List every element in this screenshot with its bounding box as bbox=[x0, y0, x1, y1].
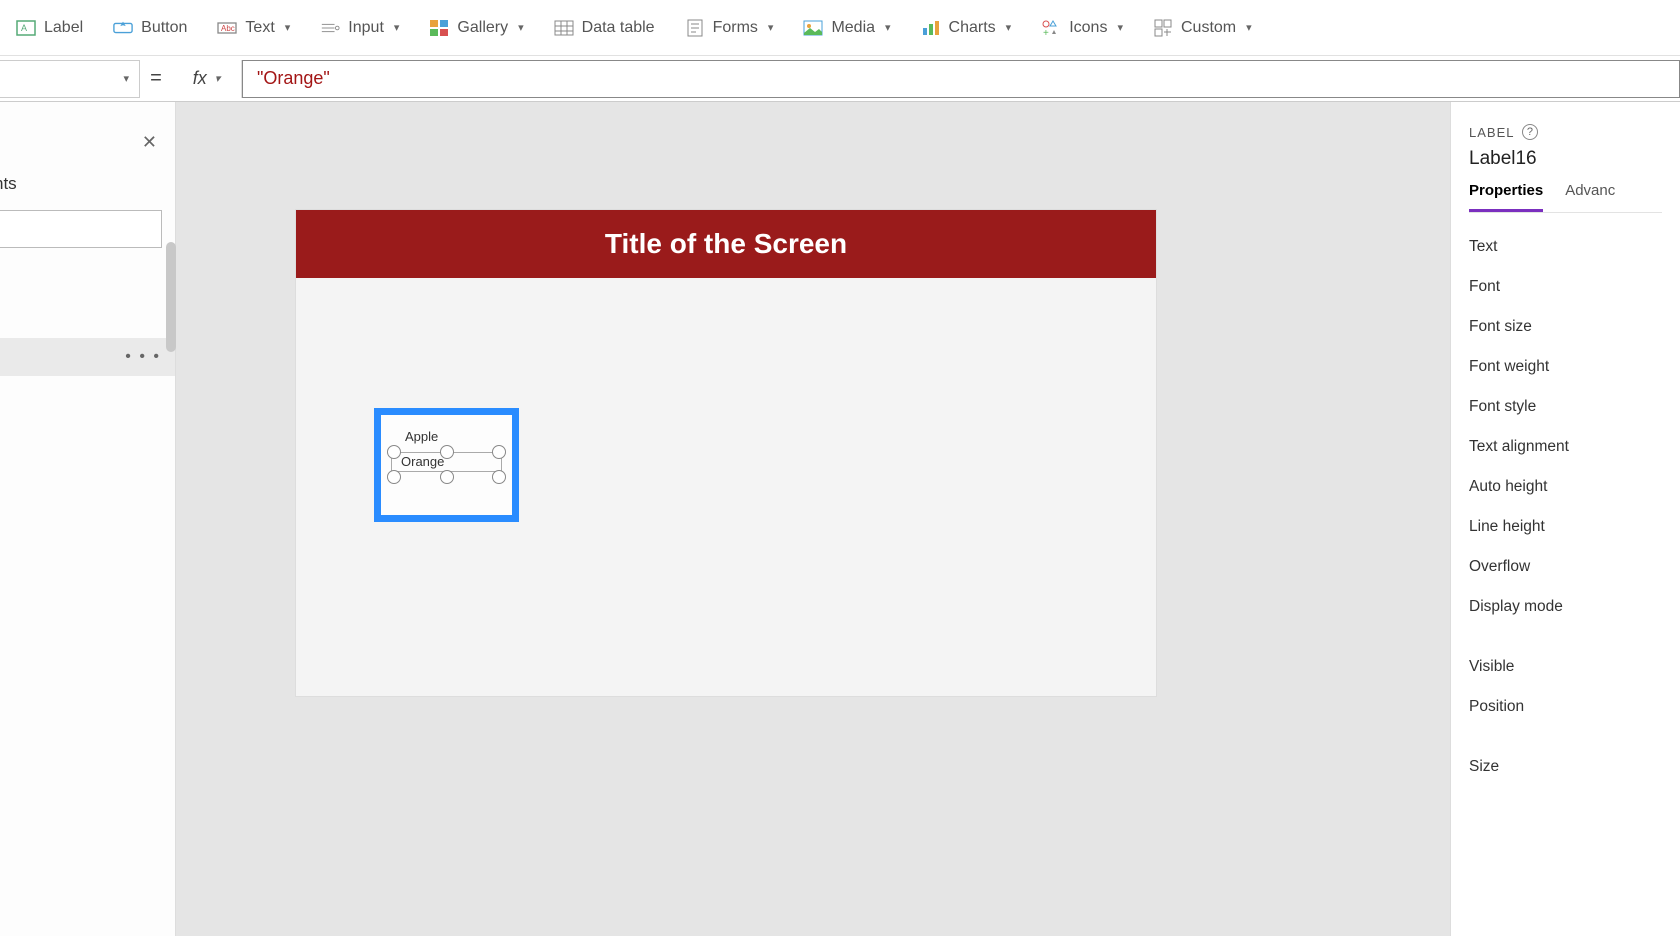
svg-text:+: + bbox=[1043, 28, 1049, 37]
prop-font-size[interactable]: Font size bbox=[1469, 307, 1662, 347]
formula-input[interactable]: "Orange" bbox=[242, 60, 1680, 98]
main-area: ✕ nts • • • Title of the Screen Apple Or… bbox=[0, 102, 1680, 936]
ribbon-input-text: Input bbox=[348, 19, 384, 37]
text-icon: Abc bbox=[217, 18, 237, 38]
tree-search-input[interactable] bbox=[0, 210, 162, 248]
ribbon-datatable[interactable]: Data table bbox=[544, 12, 665, 44]
prop-auto-height[interactable]: Auto height bbox=[1469, 467, 1662, 507]
resize-handle[interactable] bbox=[440, 470, 454, 484]
tree-view-pane: ✕ nts • • • bbox=[0, 102, 176, 936]
chevron-down-icon: ▾ bbox=[768, 21, 774, 34]
ribbon-input[interactable]: Input ▾ bbox=[310, 12, 409, 44]
media-icon bbox=[803, 18, 823, 38]
ribbon-button-text: Button bbox=[141, 19, 187, 37]
svg-text:A: A bbox=[21, 23, 27, 33]
custom-icon bbox=[1153, 18, 1173, 38]
chevron-down-icon: ▾ bbox=[285, 21, 291, 34]
chevron-down-icon: ▾ bbox=[394, 21, 400, 34]
svg-text:Abc: Abc bbox=[221, 24, 235, 33]
ribbon-gallery-text: Gallery bbox=[457, 19, 508, 37]
tree-heading: nts bbox=[0, 174, 17, 194]
resize-handle[interactable] bbox=[492, 445, 506, 459]
gallery-icon bbox=[429, 18, 449, 38]
selected-label-control[interactable]: Orange bbox=[391, 448, 502, 478]
property-tabs: Properties Advanc bbox=[1469, 182, 1662, 213]
property-list: Text Font Font size Font weight Font sty… bbox=[1469, 227, 1662, 787]
ribbon-text-text: Text bbox=[245, 19, 274, 37]
list-item-apple: Apple bbox=[405, 429, 502, 444]
listbox-control[interactable]: Apple Orange bbox=[374, 408, 519, 522]
forms-icon bbox=[685, 18, 705, 38]
prop-font[interactable]: Font bbox=[1469, 267, 1662, 307]
label-icon: A bbox=[16, 18, 36, 38]
ribbon-datatable-text: Data table bbox=[582, 19, 655, 37]
prop-text[interactable]: Text bbox=[1469, 227, 1662, 267]
app-screen[interactable]: Title of the Screen Apple Orange bbox=[296, 210, 1156, 696]
prop-text-alignment[interactable]: Text alignment bbox=[1469, 427, 1662, 467]
resize-handle[interactable] bbox=[440, 445, 454, 459]
ribbon-custom-text: Custom bbox=[1181, 19, 1236, 37]
ribbon-charts[interactable]: Charts ▾ bbox=[911, 12, 1022, 44]
property-selector[interactable]: ▾ bbox=[0, 60, 140, 98]
more-icon[interactable]: • • • bbox=[125, 348, 161, 366]
tab-advanced[interactable]: Advanc bbox=[1565, 182, 1615, 212]
list-item-orange: Orange bbox=[401, 454, 444, 469]
ribbon-label[interactable]: A Label bbox=[6, 12, 93, 44]
charts-icon bbox=[921, 18, 941, 38]
control-name[interactable]: Label16 bbox=[1469, 148, 1662, 170]
resize-handle[interactable] bbox=[387, 445, 401, 459]
fx-label: fx bbox=[193, 68, 207, 89]
screen-title-bar: Title of the Screen bbox=[296, 210, 1156, 278]
canvas-area: Title of the Screen Apple Orange bbox=[176, 102, 1450, 936]
ribbon-charts-text: Charts bbox=[949, 19, 996, 37]
properties-header: LABEL ? bbox=[1469, 124, 1662, 140]
ribbon-custom[interactable]: Custom ▾ bbox=[1143, 12, 1262, 44]
ribbon-gallery[interactable]: Gallery ▾ bbox=[419, 12, 533, 44]
chevron-down-icon: ▾ bbox=[1117, 21, 1123, 34]
equals-sign: = bbox=[140, 67, 172, 90]
ribbon-forms-text: Forms bbox=[713, 19, 758, 37]
prop-size[interactable]: Size bbox=[1469, 747, 1662, 787]
ribbon-text[interactable]: Abc Text ▾ bbox=[207, 12, 300, 44]
chevron-down-icon: ▾ bbox=[518, 21, 524, 34]
ribbon-icons[interactable]: + Icons ▾ bbox=[1031, 12, 1133, 44]
formula-bar: ▾ = fx ▾ "Orange" bbox=[0, 56, 1680, 102]
ribbon-icons-text: Icons bbox=[1069, 19, 1107, 37]
formula-value: "Orange" bbox=[257, 68, 330, 89]
help-icon[interactable]: ? bbox=[1522, 124, 1538, 140]
prop-line-height[interactable]: Line height bbox=[1469, 507, 1662, 547]
properties-panel: LABEL ? Label16 Properties Advanc Text F… bbox=[1450, 102, 1680, 936]
ribbon-button[interactable]: Button bbox=[103, 12, 197, 44]
button-icon bbox=[113, 18, 133, 38]
resize-handle[interactable] bbox=[492, 470, 506, 484]
ribbon-label-text: Label bbox=[44, 19, 83, 37]
ribbon-media-text: Media bbox=[831, 19, 875, 37]
fx-button[interactable]: fx ▾ bbox=[172, 60, 242, 98]
input-icon bbox=[320, 18, 340, 38]
control-type-label: LABEL bbox=[1469, 125, 1514, 140]
chevron-down-icon: ▾ bbox=[123, 72, 129, 85]
prop-overflow[interactable]: Overflow bbox=[1469, 547, 1662, 587]
tree-selected-row[interactable]: • • • bbox=[0, 338, 175, 376]
prop-font-style[interactable]: Font style bbox=[1469, 387, 1662, 427]
screen-title-text: Title of the Screen bbox=[605, 228, 847, 260]
chevron-down-icon: ▾ bbox=[885, 21, 891, 34]
prop-font-weight[interactable]: Font weight bbox=[1469, 347, 1662, 387]
insert-ribbon: A Label Button Abc Text ▾ Input ▾ Galler… bbox=[0, 0, 1680, 56]
resize-handle[interactable] bbox=[387, 470, 401, 484]
prop-position[interactable]: Position bbox=[1469, 687, 1662, 727]
icons-icon: + bbox=[1041, 18, 1061, 38]
chevron-down-icon: ▾ bbox=[215, 72, 221, 85]
chevron-down-icon: ▾ bbox=[1246, 21, 1252, 34]
datatable-icon bbox=[554, 18, 574, 38]
tree-scrollbar[interactable] bbox=[166, 242, 176, 352]
ribbon-media[interactable]: Media ▾ bbox=[793, 12, 900, 44]
ribbon-forms[interactable]: Forms ▾ bbox=[675, 12, 784, 44]
close-icon[interactable]: ✕ bbox=[142, 132, 157, 153]
chevron-down-icon: ▾ bbox=[1006, 21, 1012, 34]
prop-visible[interactable]: Visible bbox=[1469, 647, 1662, 687]
prop-display-mode[interactable]: Display mode bbox=[1469, 587, 1662, 627]
tab-properties[interactable]: Properties bbox=[1469, 182, 1543, 212]
